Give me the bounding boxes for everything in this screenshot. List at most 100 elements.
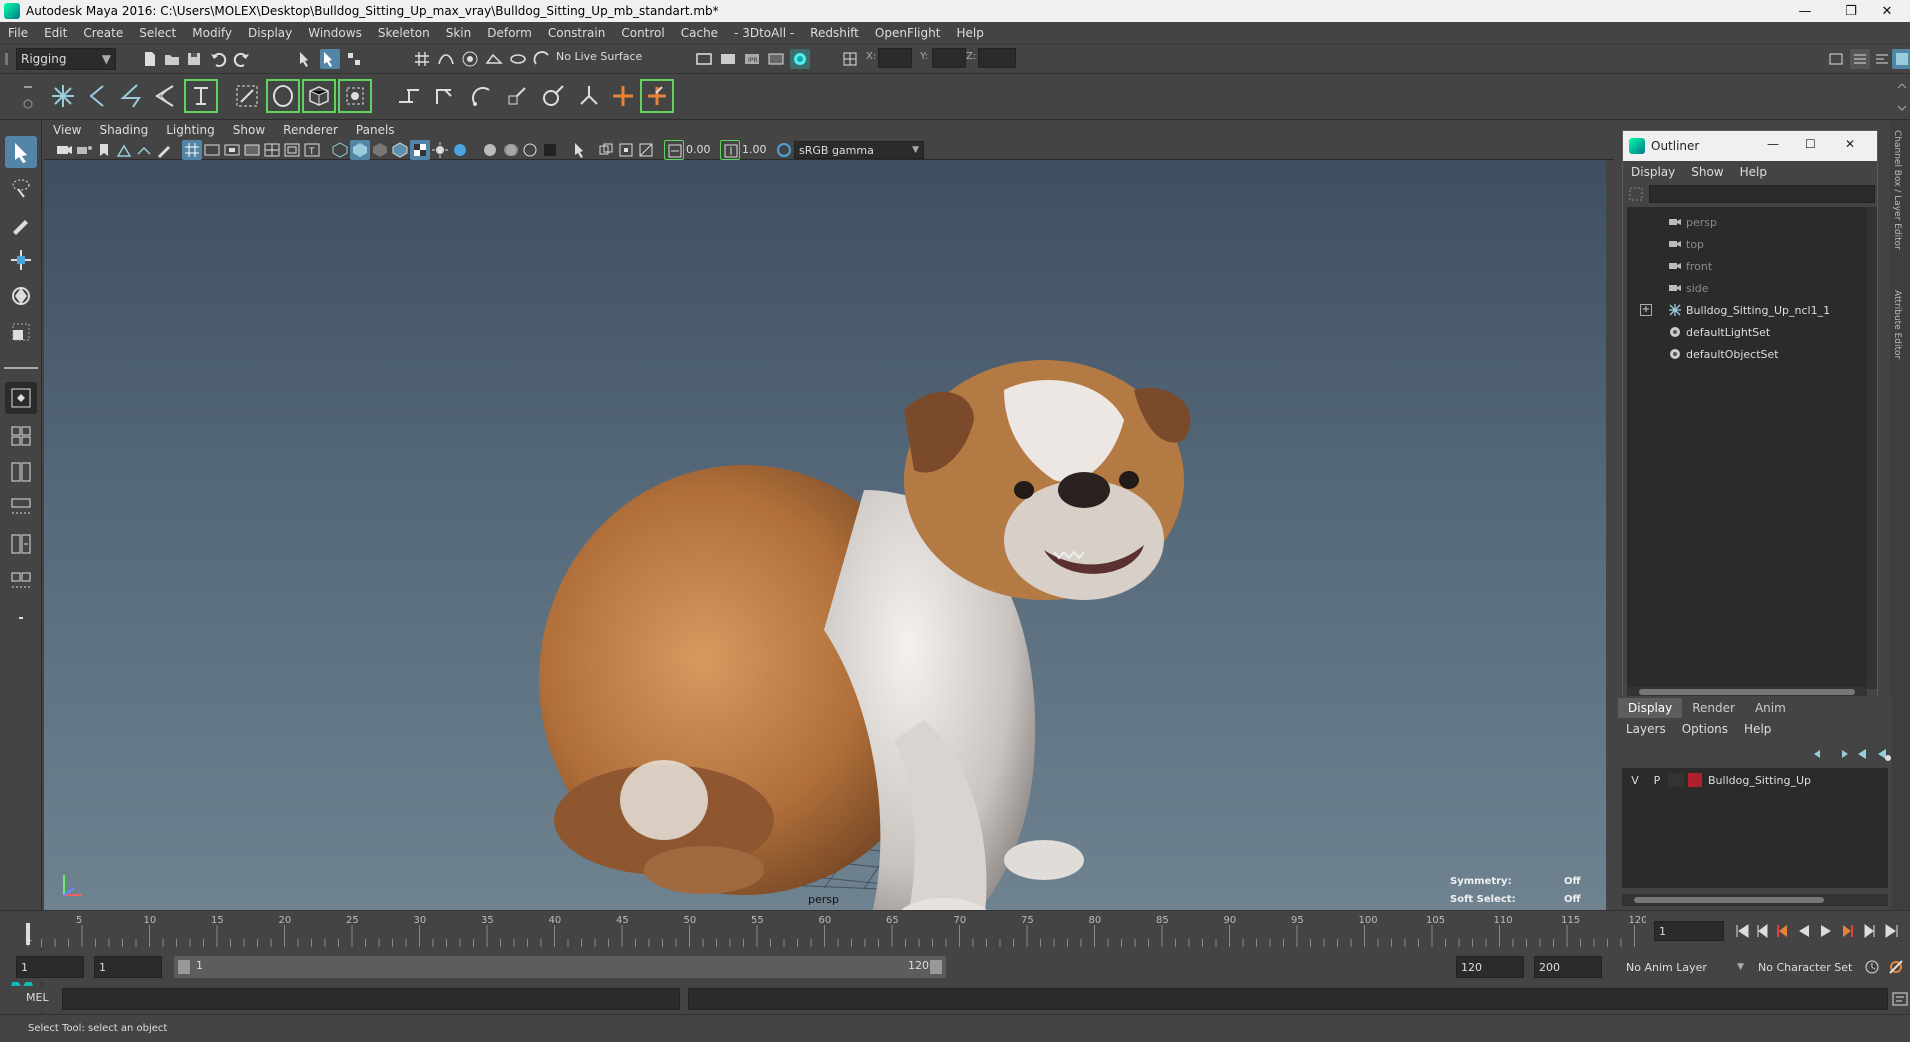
render-settings-icon[interactable] [694, 49, 714, 69]
channel-box-toggle-icon[interactable] [1892, 49, 1910, 69]
maximize-icon[interactable]: ☐ [1805, 137, 1816, 151]
open-scene-icon[interactable] [162, 49, 182, 69]
channel-box-tab[interactable]: Channel Box / Layer Editor [1892, 130, 1902, 250]
move-tool-icon[interactable] [5, 244, 37, 276]
perspective-viewport[interactable]: persp Symmetry: Off Soft Select: Off [44, 160, 1606, 910]
minimize-icon[interactable]: — [1767, 137, 1779, 151]
new-scene-icon[interactable] [140, 49, 160, 69]
menu-edit[interactable]: Edit [36, 26, 75, 40]
outliner-item[interactable]: defaultLightSet [1668, 322, 1770, 342]
colorspace-dropdown[interactable]: sRGB gamma ▼ [794, 141, 924, 159]
layer-row[interactable]: V P Bulldog_Sitting_Up [1624, 770, 1886, 790]
ik-handle-icon[interactable] [114, 79, 148, 113]
exposure-icon[interactable] [664, 140, 684, 160]
step-back-icon[interactable] [1752, 921, 1772, 941]
step-back-key-icon[interactable] [1772, 921, 1792, 941]
panel-menu-renderer[interactable]: Renderer [274, 123, 347, 137]
layer-color-swatch[interactable] [1688, 773, 1702, 787]
layer-menu-layers[interactable]: Layers [1618, 722, 1674, 736]
gamma-icon[interactable] [720, 140, 740, 160]
shelf-scroll-icon[interactable] [1896, 78, 1908, 116]
character-set-dropdown[interactable]: No Character Set [1754, 956, 1870, 978]
point-constraint-icon[interactable] [428, 79, 462, 113]
outliner-item[interactable]: + Bulldog_Sitting_Up_ncl1_1 [1640, 300, 1830, 320]
outliner-item[interactable]: defaultObjectSet [1668, 344, 1779, 364]
modeling-toolkit-icon[interactable] [1826, 49, 1846, 69]
gamma-value[interactable]: 1.00 [742, 143, 767, 156]
menu-create[interactable]: Create [75, 26, 131, 40]
menu-select[interactable]: Select [131, 26, 184, 40]
minimize-button[interactable]: — [1782, 0, 1828, 22]
outliner-item[interactable]: side [1668, 278, 1709, 298]
snap-surface-icon[interactable] [508, 49, 528, 69]
range-slider-bar[interactable]: 1 120 [174, 956, 946, 978]
transform-constraint-icon[interactable] [840, 49, 860, 69]
wireframe-icon[interactable] [330, 140, 350, 160]
paint-select-tool-icon[interactable] [5, 208, 37, 240]
shadows-icon[interactable] [450, 140, 470, 160]
exposure-value[interactable]: 0.00 [686, 143, 711, 156]
xray-components-icon[interactable] [636, 140, 656, 160]
film-gate-icon[interactable] [202, 140, 222, 160]
menu-modify[interactable]: Modify [184, 26, 240, 40]
image-plane-icon[interactable] [114, 140, 134, 160]
layer-visibility-toggle[interactable]: V [1624, 774, 1646, 787]
panel-menu-show[interactable]: Show [224, 123, 274, 137]
use-default-material-icon[interactable] [370, 140, 390, 160]
layer-tab-anim[interactable]: Anim [1745, 698, 1796, 718]
pole-vector-constraint-icon[interactable] [572, 79, 606, 113]
playback-end-field[interactable]: 120 [1456, 956, 1524, 978]
anti-aliasing-icon[interactable] [520, 140, 540, 160]
color-management-icon[interactable] [774, 140, 794, 160]
command-language-label[interactable]: MEL [26, 991, 49, 1004]
outliner-menu-display[interactable]: Display [1623, 165, 1683, 179]
snap-view-plane-icon[interactable] [484, 49, 504, 69]
close-button[interactable]: ✕ [1864, 0, 1910, 22]
menu-display[interactable]: Display [240, 26, 300, 40]
outliner-titlebar[interactable]: Outliner — ☐ ✕ [1623, 131, 1877, 161]
new-layer-selected-icon[interactable] [1874, 744, 1894, 764]
undo-icon[interactable] [208, 49, 228, 69]
step-forward-key-icon[interactable] [1838, 921, 1858, 941]
snap-point-icon[interactable] [460, 49, 480, 69]
parent-constraint-icon[interactable] [392, 79, 426, 113]
two-pane-layout-icon[interactable] [5, 456, 37, 488]
outliner-search-input[interactable] [1649, 185, 1875, 203]
lattice-icon[interactable] [266, 79, 300, 113]
xray-icon[interactable] [596, 140, 616, 160]
field-chart-icon[interactable] [262, 140, 282, 160]
outliner-item[interactable]: top [1668, 234, 1704, 254]
attribute-editor-toggle-icon[interactable] [1850, 49, 1870, 69]
ipr-render-icon[interactable]: IPR [742, 49, 762, 69]
grease-pencil-icon[interactable] [154, 140, 174, 160]
tool-settings-toggle-icon[interactable] [1872, 49, 1892, 69]
layer-menu-options[interactable]: Options [1674, 722, 1736, 736]
menu-openflight[interactable]: OpenFlight [867, 26, 949, 40]
move-layer-down-icon[interactable] [1832, 744, 1852, 764]
preferences-icon[interactable] [1886, 957, 1906, 977]
close-icon[interactable]: ✕ [1845, 137, 1855, 151]
menu-help[interactable]: Help [948, 26, 991, 40]
outliner-menu-show[interactable]: Show [1683, 165, 1731, 179]
more-layouts-icon[interactable] [5, 602, 37, 634]
four-pane-layout-icon[interactable] [5, 420, 37, 452]
panel-menu-shading[interactable]: Shading [90, 123, 157, 137]
single-pane-layout-icon[interactable] [5, 382, 37, 414]
select-tool-icon[interactable] [5, 136, 37, 168]
select-object-icon[interactable] [320, 49, 340, 69]
smooth-shade-icon[interactable] [350, 140, 370, 160]
shelf-menu-icon[interactable] [18, 78, 38, 116]
layer-tab-display[interactable]: Display [1618, 698, 1683, 718]
menu-3dtoall[interactable]: - 3DtoAll - [726, 26, 802, 40]
bind-skin-icon[interactable] [184, 79, 218, 113]
resolution-gate-icon[interactable] [222, 140, 242, 160]
redo-icon[interactable] [232, 49, 252, 69]
menu-file[interactable]: File [0, 26, 36, 40]
anim-layer-dropdown[interactable]: No Anim Layer ▼ [1622, 956, 1746, 978]
new-layer-icon[interactable] [1854, 744, 1874, 764]
paint-weights-icon[interactable] [230, 79, 264, 113]
aim-constraint-icon[interactable] [536, 79, 570, 113]
scale-constraint-icon[interactable] [500, 79, 534, 113]
outliner-vscrollbar[interactable] [1867, 207, 1877, 689]
status-line-handle[interactable] [0, 50, 14, 68]
